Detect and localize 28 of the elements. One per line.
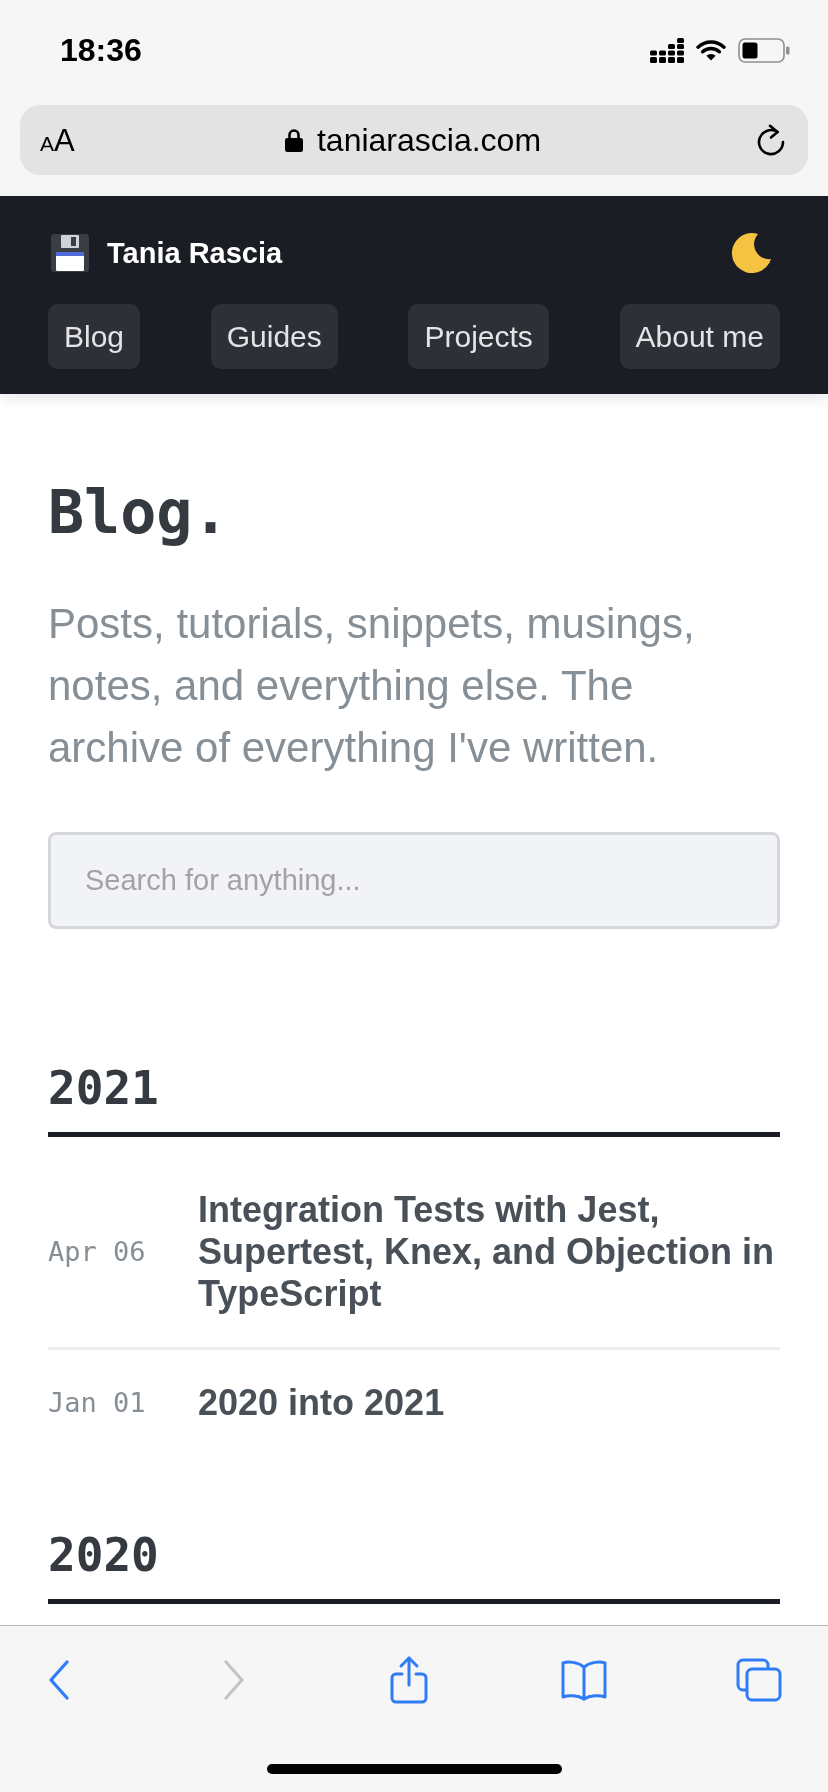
post-date: Apr 06 — [48, 1234, 147, 1269]
text-size-button[interactable]: AA — [40, 124, 100, 156]
post-title-link[interactable]: Integration Tests with Jest, Supertest, Knex, and Objection in TypeScript — [198, 1189, 780, 1315]
page-title: Blog. — [48, 476, 230, 548]
status-time: 18:36 — [60, 32, 142, 68]
year-heading: 2020 — [48, 1527, 160, 1583]
url-field[interactable]: taniarascia.com — [100, 116, 726, 164]
reload-icon[interactable] — [756, 124, 786, 156]
post-date: Jan 01 — [48, 1385, 147, 1420]
site-title-link[interactable]: Tania Rascia — [107, 235, 283, 271]
page-description: Posts, tutorials, snippets, musings, notes, and everything else. The archive of everything I've written. — [48, 599, 696, 773]
chevron-left-icon — [47, 1660, 70, 1700]
chevron-right-icon — [222, 1660, 245, 1700]
year-heading: 2021 — [48, 1060, 160, 1116]
share-icon — [388, 1655, 429, 1705]
signal-icon — [650, 37, 684, 63]
nav-button[interactable]: Projects — [408, 304, 549, 369]
wifi-icon — [696, 39, 726, 61]
battery-icon — [738, 37, 790, 63]
tabs-icon — [735, 1658, 782, 1702]
nav-button[interactable]: Guides — [210, 304, 338, 369]
nav-button[interactable]: About me — [619, 304, 780, 369]
moon-icon[interactable] — [730, 231, 774, 275]
post-title-link[interactable]: 2020 into 2021 — [198, 1382, 780, 1424]
nav-button[interactable]: Blog — [48, 304, 141, 369]
lock-icon — [284, 128, 303, 152]
search-field[interactable]: Search for anything... — [48, 832, 780, 929]
open-book-icon — [559, 1659, 608, 1701]
